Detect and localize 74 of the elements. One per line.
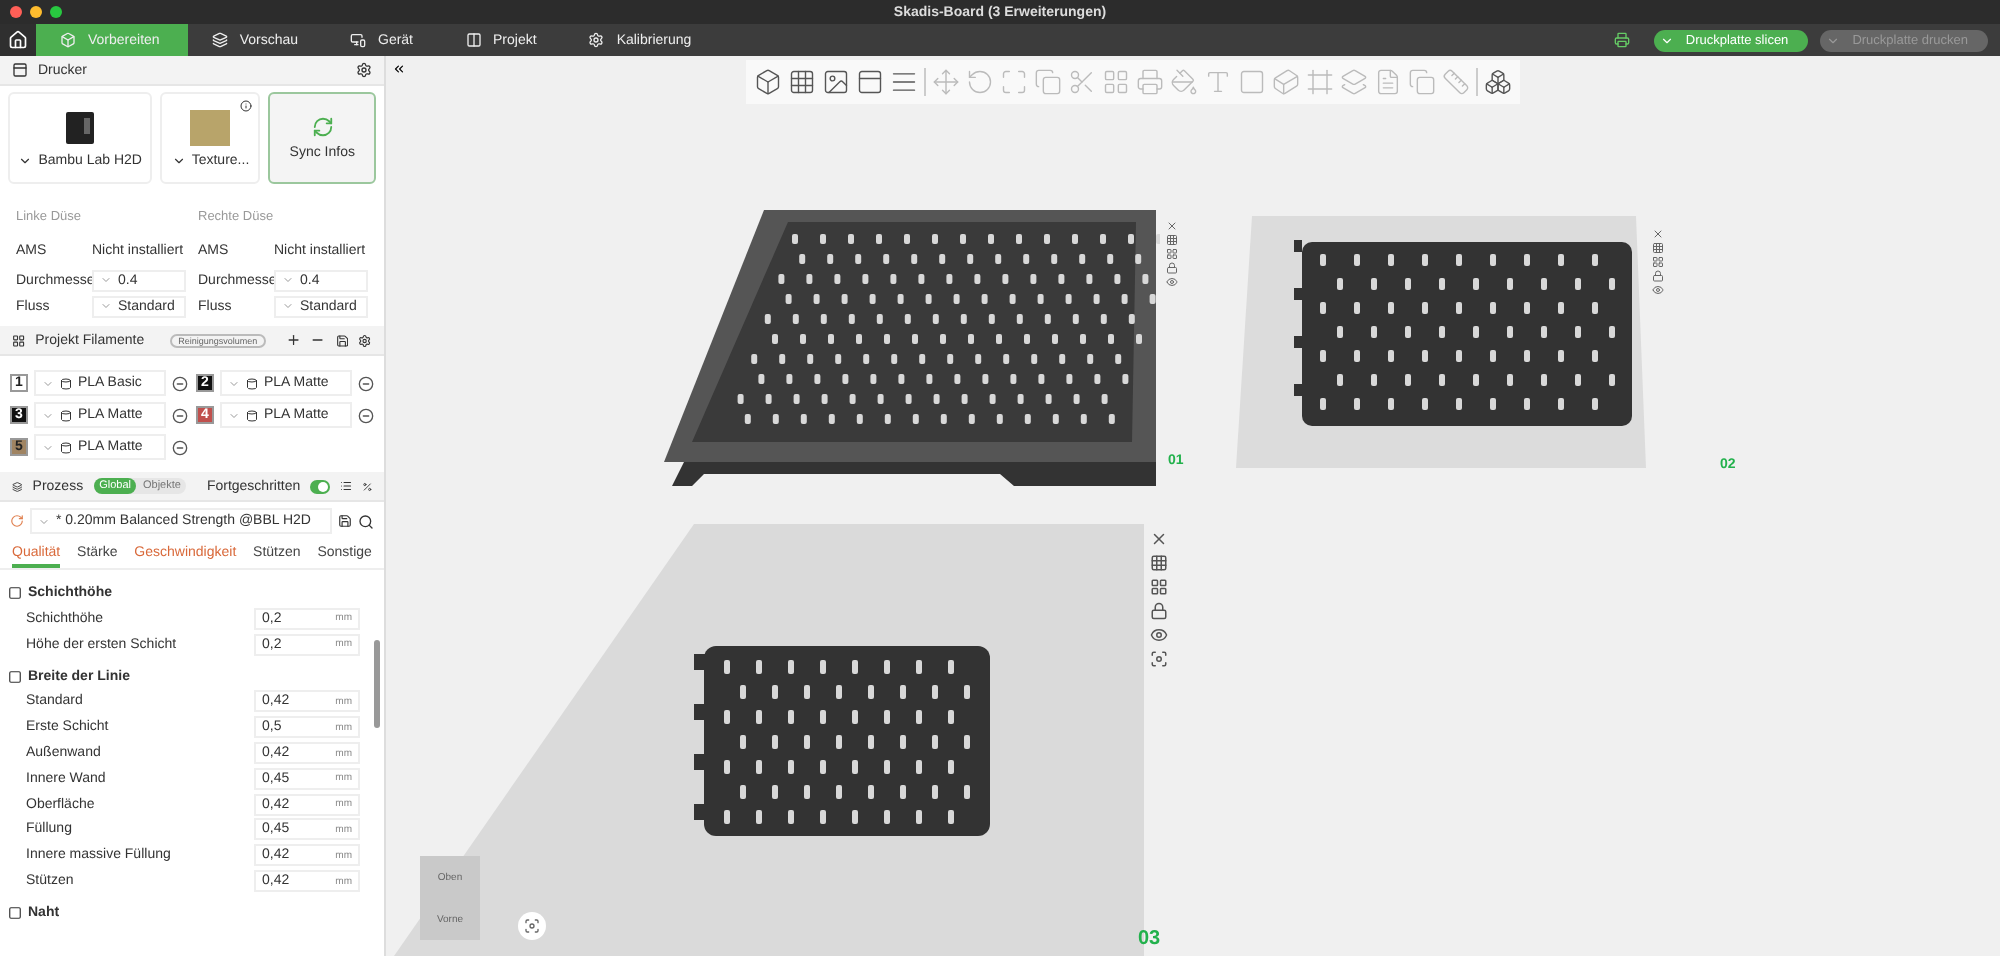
reset-icon[interactable]: [10, 514, 24, 528]
add-icon[interactable]: [285, 332, 301, 348]
sync-icon: [311, 116, 334, 138]
remove-icon[interactable]: [358, 375, 374, 391]
home-icon: [8, 30, 28, 50]
info-icon[interactable]: [240, 100, 253, 112]
minimize-button[interactable]: [30, 6, 42, 18]
close-icon[interactable]: [1652, 228, 1664, 240]
caret-icon: [1659, 33, 1674, 47]
list-icon[interactable]: [339, 478, 352, 494]
remove-icon[interactable]: [358, 407, 374, 423]
spool-icon: [246, 409, 258, 421]
gear-icon: [588, 32, 605, 48]
grid-icon[interactable]: [1652, 242, 1664, 254]
panel-icon: [465, 32, 482, 48]
image-icon[interactable]: [822, 68, 850, 96]
caret-icon: [1826, 33, 1841, 47]
layout-icon[interactable]: [856, 68, 884, 96]
spool-icon: [60, 377, 72, 389]
caret-icon: [100, 274, 112, 286]
close-icon[interactable]: [1150, 530, 1168, 548]
spool-icon: [60, 441, 72, 453]
lines-icon[interactable]: [890, 68, 918, 96]
remove-icon[interactable]: [172, 407, 188, 423]
caret-icon: [42, 409, 54, 421]
grid-icon[interactable]: [1150, 554, 1168, 572]
caret-icon: [282, 300, 294, 312]
eye-icon[interactable]: [1150, 626, 1168, 644]
save-icon[interactable]: [338, 514, 352, 528]
grid-icon[interactable]: [788, 68, 816, 96]
zoom-button[interactable]: [50, 6, 62, 18]
grid-icon[interactable]: [1166, 234, 1178, 246]
lock-icon[interactable]: [1150, 602, 1168, 620]
focus-icon[interactable]: [1150, 650, 1168, 668]
caret-icon: [38, 515, 50, 527]
scrollbar[interactable]: [374, 640, 380, 728]
arrange-icon[interactable]: [1150, 578, 1168, 596]
focus-icon: [524, 918, 540, 934]
spool-icon: [60, 409, 72, 421]
close-icon[interactable]: [1166, 220, 1178, 232]
caret-icon: [171, 153, 186, 167]
caret-icon: [42, 441, 54, 453]
devices-icon: [350, 32, 366, 48]
settings-icon[interactable]: [356, 62, 372, 78]
assembly-icon[interactable]: [1484, 68, 1512, 96]
eye-icon[interactable]: [1652, 284, 1664, 296]
add-cube-icon[interactable]: [754, 68, 782, 96]
home-button[interactable]: [0, 24, 36, 56]
arrange-icon[interactable]: [1166, 248, 1178, 260]
lock-icon[interactable]: [1652, 270, 1664, 282]
plate-number: 03: [1138, 928, 1161, 950]
caret-icon: [18, 153, 33, 167]
arrange-icon[interactable]: [1652, 256, 1664, 268]
settings-icon[interactable]: [358, 333, 372, 347]
caret-icon: [228, 409, 240, 421]
percent-icon[interactable]: [361, 479, 372, 493]
layers-icon: [211, 32, 228, 48]
caret-icon: [228, 377, 240, 389]
close-button[interactable]: [10, 6, 22, 18]
cube-icon: [60, 32, 76, 48]
spool-icon: [246, 377, 258, 389]
plate-texture-icon: [190, 109, 231, 145]
remove-icon[interactable]: [172, 439, 188, 455]
lock-icon[interactable]: [1166, 262, 1178, 274]
search-icon[interactable]: [358, 513, 374, 529]
advanced-switch[interactable]: [310, 479, 330, 493]
device-icon[interactable]: [1613, 32, 1630, 48]
eye-icon[interactable]: [1166, 276, 1178, 288]
collapse-icon[interactable]: [392, 62, 406, 76]
printer-image-icon: [64, 109, 97, 145]
caret-icon: [282, 274, 294, 286]
caret-icon: [100, 300, 112, 312]
remove-icon[interactable]: [172, 375, 188, 391]
caret-icon: [42, 377, 54, 389]
